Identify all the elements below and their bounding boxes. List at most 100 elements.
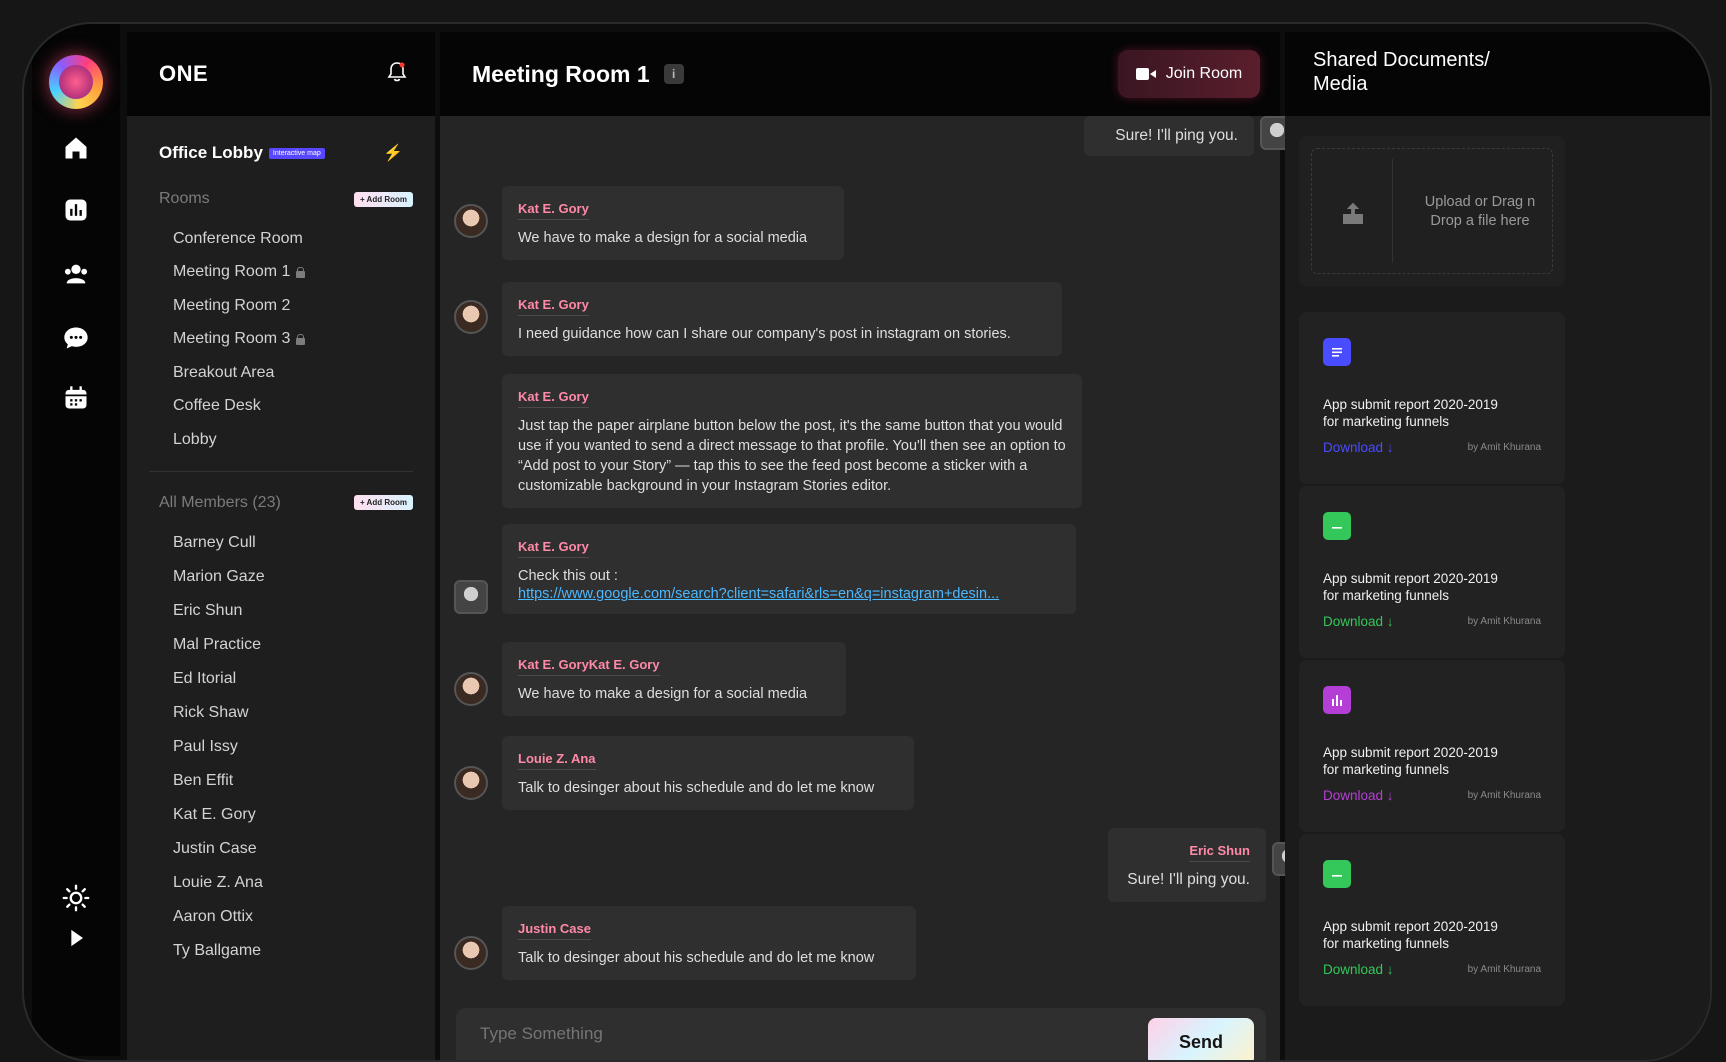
chat-icon[interactable] xyxy=(58,320,94,356)
sender-name[interactable]: Kat E. Gory xyxy=(518,389,589,408)
document-title-line2: for marketing funnels xyxy=(1323,414,1450,429)
join-room-label: Join Room xyxy=(1165,65,1243,82)
document-title: App submit report 2020-2019 for marketing… xyxy=(1323,396,1543,430)
member-item[interactable]: Ben Effit xyxy=(173,764,435,798)
member-item[interactable]: Rick Shaw xyxy=(173,696,435,730)
download-link[interactable]: Download ↓ xyxy=(1323,788,1394,803)
room-item[interactable]: Meeting Room 1 xyxy=(173,256,435,290)
app-logo[interactable] xyxy=(49,55,103,109)
chart-icon xyxy=(1323,686,1351,714)
message-bubble: Kat E. Gory I need guidance how can I sha… xyxy=(502,282,1062,356)
document-title: App submit report 2020-2019 for marketing… xyxy=(1323,918,1543,952)
folder-icon xyxy=(1323,512,1351,540)
room-label: Breakout Area xyxy=(173,363,275,381)
upload-text-line1: Upload or Drag n xyxy=(1424,194,1536,210)
upload-dropzone[interactable]: Upload or Drag n Drop a file here xyxy=(1299,136,1565,286)
icon-rail xyxy=(32,24,120,1056)
room-label: Coffee Desk xyxy=(173,397,261,415)
avatar[interactable] xyxy=(454,672,488,706)
people-icon[interactable] xyxy=(58,256,94,292)
members-list: Barney Cull Marion Gaze Eric Shun Mal Pract… xyxy=(127,526,435,968)
avatar[interactable] xyxy=(454,580,488,614)
document-title: App submit report 2020-2019 for marketing… xyxy=(1323,744,1543,778)
room-item[interactable]: Meeting Room 3 xyxy=(173,323,435,357)
document-title-line1: App submit report 2020-2019 xyxy=(1323,919,1498,934)
avatar[interactable] xyxy=(454,204,488,238)
room-item[interactable]: Breakout Area xyxy=(173,356,435,390)
member-item[interactable]: Marion Gaze xyxy=(173,560,435,594)
analytics-icon[interactable] xyxy=(58,192,94,228)
document-card[interactable]: App submit report 2020-2019 for marketing… xyxy=(1299,486,1565,658)
members-title: All Members (23) xyxy=(159,493,281,511)
document-title-line1: App submit report 2020-2019 xyxy=(1323,397,1498,412)
member-item[interactable]: Kat E. Gory xyxy=(173,798,435,832)
avatar[interactable] xyxy=(454,300,488,334)
avatar[interactable] xyxy=(454,766,488,800)
room-label: Conference Room xyxy=(173,229,303,247)
document-title-line1: App submit report 2020-2019 xyxy=(1323,745,1498,760)
info-icon[interactable]: i xyxy=(663,64,684,84)
play-icon[interactable] xyxy=(58,920,94,956)
message-bubble: Justin Case Talk to desinger about his sc… xyxy=(502,906,916,980)
download-link[interactable]: Download ↓ xyxy=(1323,614,1394,629)
sender-name[interactable]: Kat E. Gory xyxy=(518,539,589,558)
sender-name[interactable]: Kat E. GoryKat E. Gory xyxy=(518,657,660,676)
message-composer: Send xyxy=(456,1008,1266,1060)
download-link[interactable]: Download ↓ xyxy=(1323,440,1394,455)
document-card[interactable]: App submit report 2020-2019 for marketing… xyxy=(1299,312,1565,484)
message-link[interactable]: https://www.google.com/search?client=saf… xyxy=(518,586,1060,602)
sun-icon[interactable] xyxy=(58,880,94,916)
member-item[interactable]: Aaron Ottix xyxy=(173,900,435,934)
room-title: Meeting Room 1 xyxy=(472,60,650,87)
document-icon xyxy=(1323,338,1351,366)
home-icon[interactable] xyxy=(58,130,94,166)
docs-title-line2: Media xyxy=(1313,73,1368,95)
add-member-button[interactable]: + Add Room xyxy=(353,495,413,510)
avatar[interactable] xyxy=(454,936,488,970)
calendar-icon[interactable] xyxy=(58,380,94,416)
message-bubble: Kat E. Gory We have to make a design for … xyxy=(502,186,844,260)
lock-icon xyxy=(296,266,306,278)
sender-name[interactable]: Louie Z. Ana xyxy=(518,751,596,770)
members-section-header: All Members (23) + Add Room xyxy=(127,494,435,512)
member-item[interactable]: Ed Itorial xyxy=(173,662,435,696)
member-item[interactable]: Eric Shun xyxy=(173,594,435,628)
message-text: Just tap the paper airplane button below… xyxy=(518,418,1066,494)
sender-name[interactable]: Justin Case xyxy=(518,921,591,940)
upload-text-line2: Drop a file here xyxy=(1430,213,1530,229)
bolt-icon: ⚡ xyxy=(383,145,403,162)
chat-panel: Meeting Room 1 i Join Room Sure! I'll pi… xyxy=(440,32,1306,1060)
member-item[interactable]: Paul Issy xyxy=(173,730,435,764)
room-item[interactable]: Coffee Desk xyxy=(173,390,435,424)
add-room-button[interactable]: + Add Room xyxy=(353,191,413,207)
divider xyxy=(149,470,413,472)
sender-name[interactable]: Kat E. Gory xyxy=(518,201,589,220)
document-author: by Amit Khurana xyxy=(1467,616,1541,627)
dropzone-border: Upload or Drag n Drop a file here xyxy=(1311,148,1553,274)
rooms-section-header: Rooms + Add Room xyxy=(127,190,435,208)
interactive-map-tag: Interactive map xyxy=(268,147,325,159)
member-item[interactable]: Barney Cull xyxy=(173,526,435,560)
bell-icon[interactable] xyxy=(387,61,407,88)
sidebar: ONE Office Lobby Interactive map ⚡ Rooms… xyxy=(127,32,435,1060)
room-item[interactable]: Meeting Room 2 xyxy=(173,289,435,323)
download-link[interactable]: Download ↓ xyxy=(1323,962,1394,977)
message-input[interactable] xyxy=(480,1024,1080,1044)
sender-name[interactable]: Eric Shun xyxy=(1189,843,1250,862)
rooms-title: Rooms xyxy=(159,190,210,207)
document-card[interactable]: App submit report 2020-2019 for marketing… xyxy=(1299,834,1565,1006)
document-card[interactable]: App submit report 2020-2019 for marketing… xyxy=(1299,660,1565,832)
member-item[interactable]: Ty Ballgame xyxy=(173,934,435,968)
rooms-list: Conference Room Meeting Room 1 Meeting Roo… xyxy=(127,222,435,457)
room-item[interactable]: Lobby xyxy=(173,423,435,457)
member-item[interactable]: Justin Case xyxy=(173,832,435,866)
sender-name[interactable]: Kat E. Gory xyxy=(518,297,589,316)
join-room-button[interactable]: Join Room xyxy=(1118,50,1260,98)
message-text: Sure! I'll ping you. xyxy=(1115,127,1238,144)
member-item[interactable]: Louie Z. Ana xyxy=(173,866,435,900)
office-lobby-row[interactable]: Office Lobby Interactive map ⚡ xyxy=(127,116,435,168)
send-button[interactable]: Send xyxy=(1148,1018,1254,1060)
room-item[interactable]: Conference Room xyxy=(173,222,435,256)
member-item[interactable]: Mal Practice xyxy=(173,628,435,662)
document-author: by Amit Khurana xyxy=(1467,442,1541,453)
